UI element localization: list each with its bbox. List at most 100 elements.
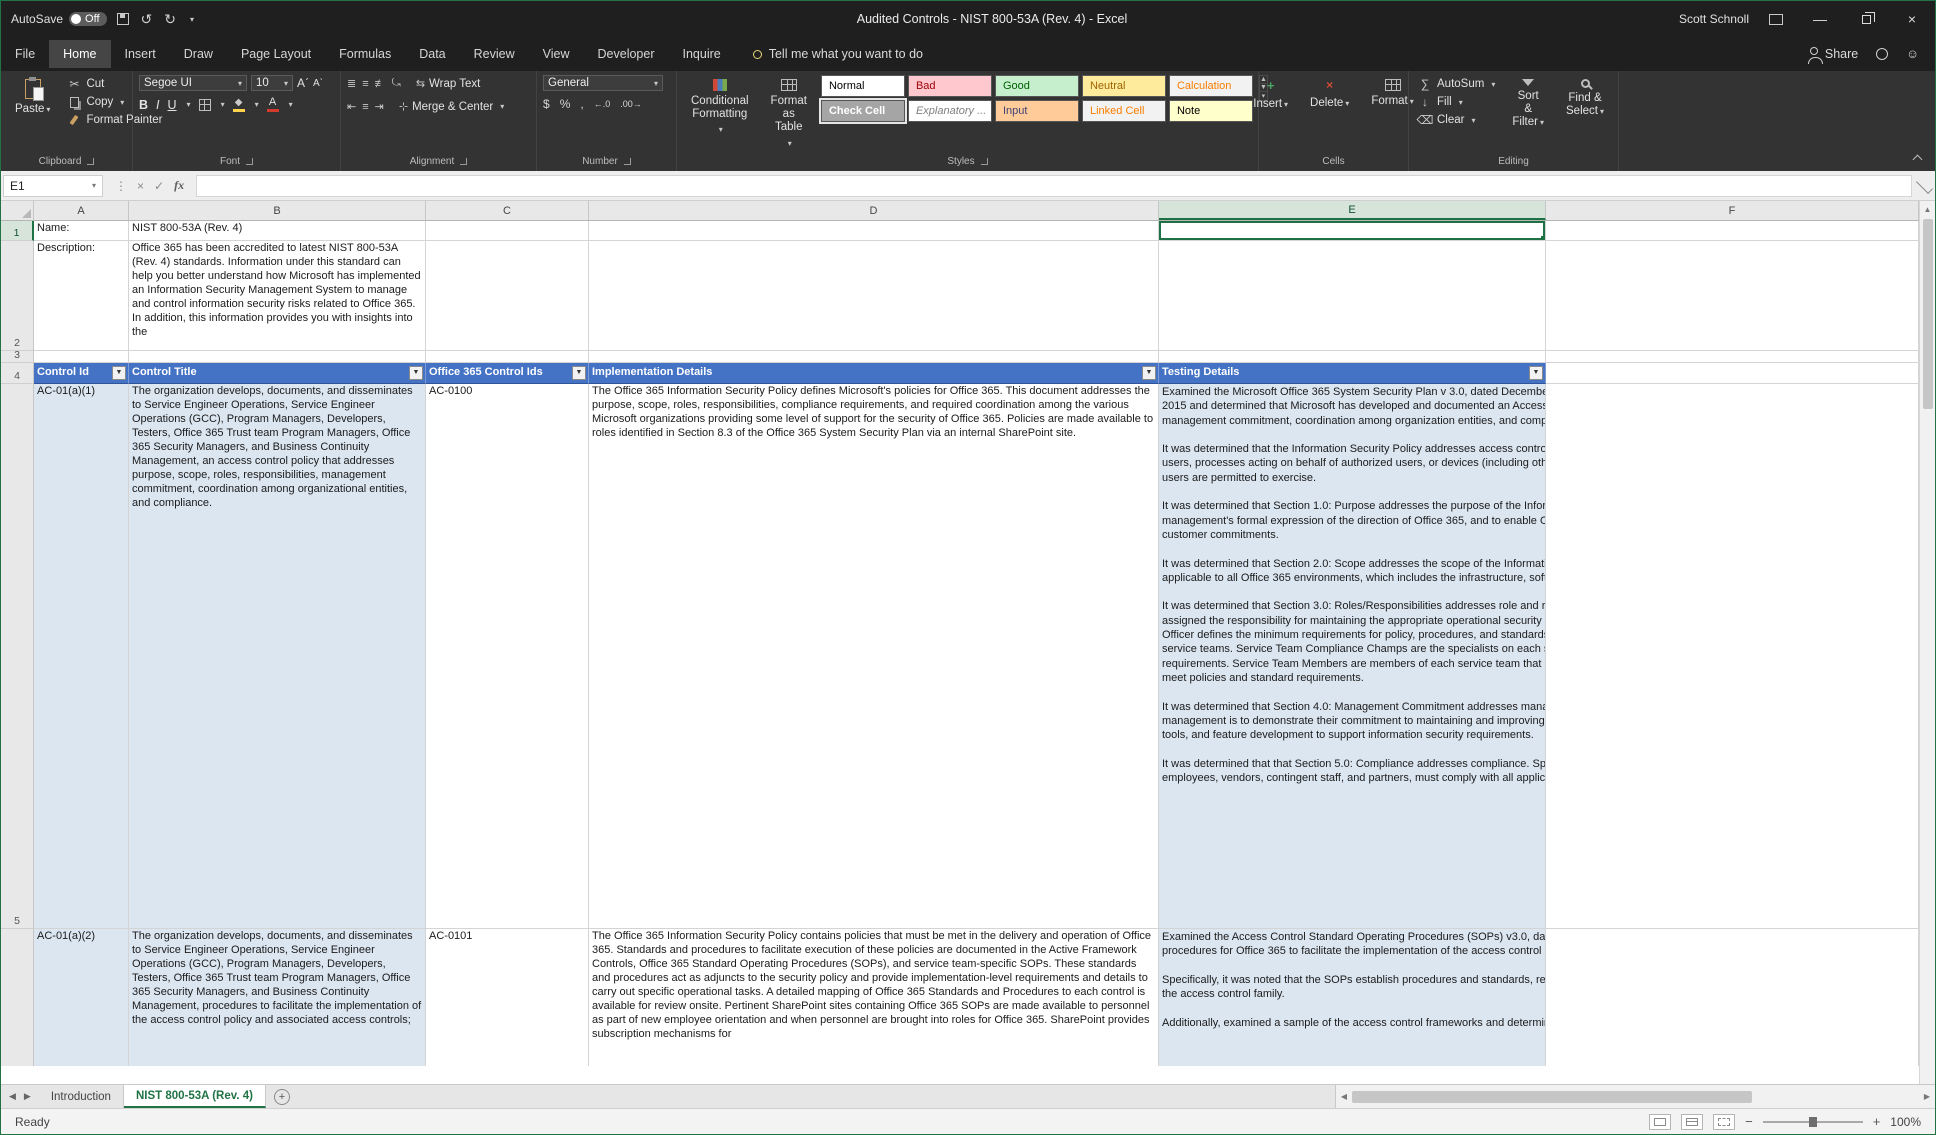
tab-developer[interactable]: Developer xyxy=(584,40,669,68)
decrease-decimal-icon[interactable]: .00→ xyxy=(620,99,642,109)
cell-E2[interactable] xyxy=(1159,241,1546,351)
align-right-icon[interactable]: ⇥ xyxy=(375,100,383,113)
close-button[interactable]: × xyxy=(1889,1,1935,37)
cell-B2[interactable]: Office 365 has been accredited to latest… xyxy=(129,241,426,351)
cell-F1[interactable] xyxy=(1546,221,1919,241)
minimize-button[interactable]: — xyxy=(1797,1,1843,37)
autosave-toggle[interactable]: AutoSave Off xyxy=(11,12,107,26)
grow-font-icon[interactable]: Aˊ xyxy=(297,76,309,90)
center-icon[interactable]: ≡ xyxy=(362,101,367,113)
vertical-scroll-thumb[interactable] xyxy=(1923,219,1933,409)
clipboard-dialog-launcher-icon[interactable] xyxy=(87,158,94,165)
cell-control-title[interactable]: The organization develops, documents, an… xyxy=(129,929,426,1066)
font-color-button[interactable]: A xyxy=(267,97,279,112)
row-header-2[interactable]: 2 xyxy=(1,241,34,351)
column-header-f[interactable]: F xyxy=(1546,201,1919,220)
tab-scroll-right-icon[interactable]: ▶ xyxy=(24,1091,31,1102)
font-size-select[interactable]: 10▾ xyxy=(251,75,293,91)
column-header-b[interactable]: B xyxy=(129,201,426,220)
header-control-title[interactable]: Control Title▼ xyxy=(129,363,426,384)
italic-button[interactable]: I xyxy=(156,98,159,112)
filter-dropdown-icon[interactable]: ▼ xyxy=(409,366,423,380)
cell-implementation[interactable]: The Office 365 Information Security Poli… xyxy=(589,929,1159,1066)
insert-function-icon[interactable]: fx xyxy=(174,178,184,193)
scroll-right-icon[interactable]: ▶ xyxy=(1919,1092,1935,1101)
fill-color-button[interactable]: ◆ xyxy=(233,98,245,112)
tab-view[interactable]: View xyxy=(529,40,584,68)
shrink-font-icon[interactable]: Aˋ xyxy=(313,78,323,89)
font-dialog-launcher-icon[interactable] xyxy=(246,158,253,165)
number-format-select[interactable]: General▾ xyxy=(543,75,663,91)
cancel-icon[interactable]: × xyxy=(137,179,144,193)
page-layout-view-icon[interactable] xyxy=(1681,1114,1703,1130)
cell-implementation[interactable]: The Office 365 Information Security Poli… xyxy=(589,384,1159,929)
percent-style-icon[interactable]: % xyxy=(560,97,571,111)
filter-dropdown-icon[interactable]: ▼ xyxy=(1142,366,1156,380)
tab-review[interactable]: Review xyxy=(460,40,529,68)
style-bad[interactable]: Bad xyxy=(908,75,992,97)
cell-o365-id[interactable]: AC-0101 xyxy=(426,929,589,1066)
align-left-icon[interactable]: ⇤ xyxy=(347,100,355,113)
row-header-4[interactable]: 4 xyxy=(1,363,34,384)
middle-align-icon[interactable]: ≡ xyxy=(362,78,367,90)
borders-icon[interactable] xyxy=(199,99,211,111)
sheet-tab-nist[interactable]: NIST 800-53A (Rev. 4) xyxy=(124,1085,266,1108)
ribbon-display-options-icon[interactable] xyxy=(1769,14,1783,25)
cell-o365-id[interactable]: AC-0100 xyxy=(426,384,589,929)
bold-button[interactable]: B xyxy=(139,98,148,112)
font-family-select[interactable]: Segoe UI▾ xyxy=(139,75,247,91)
header-office365-control-ids[interactable]: Office 365 Control Ids▼ xyxy=(426,363,589,384)
style-explanatory[interactable]: Explanatory ... xyxy=(908,100,992,122)
zoom-level[interactable]: 100% xyxy=(1890,1115,1921,1129)
cell-F2[interactable] xyxy=(1546,241,1919,351)
tab-data[interactable]: Data xyxy=(405,40,459,68)
formula-input[interactable] xyxy=(196,175,1912,197)
feedback-smiley-icon[interactable]: ☺ xyxy=(1906,47,1919,61)
zoom-slider[interactable] xyxy=(1763,1121,1863,1123)
style-check-cell[interactable]: Check Cell xyxy=(821,100,905,122)
column-header-c[interactable]: C xyxy=(426,201,589,220)
zoom-out-icon[interactable]: − xyxy=(1745,1114,1753,1129)
style-neutral[interactable]: Neutral xyxy=(1082,75,1166,97)
cell-control-title[interactable]: The organization develops, documents, an… xyxy=(129,384,426,929)
enter-icon[interactable]: ✓ xyxy=(154,179,164,193)
filter-dropdown-icon[interactable]: ▼ xyxy=(1529,366,1543,380)
filter-dropdown-icon[interactable]: ▼ xyxy=(572,366,586,380)
clear-button[interactable]: ⌫Clear▾ xyxy=(1415,111,1498,129)
name-box[interactable]: E1▾ xyxy=(3,175,103,197)
redo-icon[interactable]: ↻ xyxy=(164,11,176,28)
increase-decimal-icon[interactable]: ←.0 xyxy=(594,99,611,109)
top-align-icon[interactable]: ≣ xyxy=(347,77,355,90)
header-testing-details[interactable]: Testing Details▼ xyxy=(1159,363,1546,384)
comma-style-icon[interactable]: , xyxy=(580,97,583,111)
style-calculation[interactable]: Calculation xyxy=(1169,75,1253,97)
active-cell-E1[interactable] xyxy=(1159,221,1546,241)
tell-me-box[interactable]: Tell me what you want to do xyxy=(753,47,923,61)
header-implementation-details[interactable]: Implementation Details▼ xyxy=(589,363,1159,384)
history-icon[interactable] xyxy=(1876,48,1888,60)
format-as-table-button[interactable]: Format as Table▾ xyxy=(763,75,815,152)
horizontal-scroll-thumb[interactable] xyxy=(1352,1091,1752,1103)
row-header-3[interactable]: 3 xyxy=(1,351,34,363)
zoom-in-icon[interactable]: + xyxy=(1873,1114,1881,1129)
row-header-5[interactable]: 5 xyxy=(1,384,34,929)
style-good[interactable]: Good xyxy=(995,75,1079,97)
select-all-corner[interactable] xyxy=(1,201,34,220)
tab-scroll-left-icon[interactable]: ◀ xyxy=(9,1091,16,1102)
restore-button[interactable] xyxy=(1843,1,1889,37)
sheet-tab-introduction[interactable]: Introduction xyxy=(39,1085,124,1108)
formula-menu-icon[interactable]: ⋮ xyxy=(115,179,127,193)
scroll-left-icon[interactable]: ◀ xyxy=(1336,1092,1352,1101)
orientation-icon[interactable]: ⤿ xyxy=(392,77,400,90)
tab-inquire[interactable]: Inquire xyxy=(669,40,735,68)
cell-D1[interactable] xyxy=(589,221,1159,241)
column-header-e[interactable]: E xyxy=(1159,201,1546,220)
cell-A1[interactable]: Name: xyxy=(34,221,129,241)
filter-dropdown-icon[interactable]: ▼ xyxy=(112,366,126,380)
column-header-d[interactable]: D xyxy=(589,201,1159,220)
cell-control-id[interactable]: AC-01(a)(1) xyxy=(34,384,129,929)
tab-home[interactable]: Home xyxy=(49,40,110,68)
fill-button[interactable]: ↓Fill▾ xyxy=(1415,93,1498,111)
scroll-up-icon[interactable]: ▲ xyxy=(1920,201,1935,217)
cell-B1[interactable]: NIST 800-53A (Rev. 4) xyxy=(129,221,426,241)
